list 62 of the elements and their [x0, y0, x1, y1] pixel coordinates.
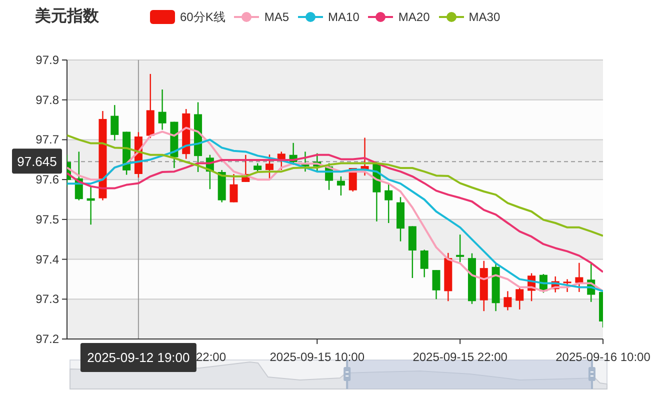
y-axis-label: 97.9: [36, 53, 59, 67]
legend-swatch-icon: [150, 10, 175, 24]
candlestick: [74, 152, 83, 200]
x-axis-label: 2025-09-16 10:00: [556, 350, 650, 364]
candlestick: [516, 287, 524, 310]
candlestick: [432, 270, 440, 300]
legend-item[interactable]: MA10: [298, 8, 360, 26]
candlestick: [408, 226, 416, 278]
candlestick: [146, 74, 154, 138]
candlestick: [170, 122, 178, 168]
candlestick: [444, 252, 452, 302]
candlestick: [67, 154, 71, 186]
candlestick: [456, 234, 464, 262]
x-axis-label: 2025-09-15 22:00: [412, 350, 508, 364]
legend-item[interactable]: 60分K线: [150, 8, 226, 26]
candlestick: [372, 163, 381, 222]
ref-line-label: 97.645: [17, 154, 57, 170]
candlestick: [277, 152, 286, 170]
candlestick: [325, 163, 334, 190]
candlestick: [242, 154, 250, 182]
candlestick: [230, 174, 238, 202]
y-axis-label: 97.8: [36, 92, 59, 107]
candlestick: [384, 183, 393, 224]
candlestick: [289, 142, 298, 165]
y-axis-label: 97.6: [36, 172, 59, 187]
candlestick: [396, 197, 404, 242]
legend-item[interactable]: MA5: [234, 8, 290, 26]
y-axis-label: 97.5: [36, 212, 59, 226]
y-axis-label: 97.3: [36, 292, 59, 306]
candlestick: [563, 279, 572, 292]
candlestick: [254, 163, 262, 172]
candlestick: [575, 262, 584, 292]
slider-handle[interactable]: [344, 360, 351, 389]
candlestick: [528, 273, 536, 302]
candlestick: [480, 260, 488, 312]
candlestick: [266, 154, 274, 178]
candlestick: [360, 138, 369, 176]
x-axis-label: 2025-09-15 10:00: [270, 350, 364, 364]
candlestick: [158, 90, 166, 130]
x-pointer-label: 2025-09-12 19:00: [80, 343, 196, 372]
slider-handle[interactable]: [588, 360, 596, 389]
candlestick: [420, 250, 428, 278]
legend-item[interactable]: MA30: [438, 8, 500, 26]
candlestick: [587, 262, 596, 302]
candlestick: [86, 186, 95, 225]
chart-title: 美元指数: [35, 6, 100, 27]
candlestick: [551, 276, 560, 292]
y-pointer-label: 97.645: [12, 148, 62, 174]
candlestick: [313, 153, 322, 172]
candlestick: [194, 102, 202, 172]
candlestick: [110, 105, 119, 140]
candlestick: [492, 264, 500, 312]
candlestick: [336, 176, 345, 196]
y-axis-label: 97.2: [36, 332, 59, 346]
x-axis-label: 22:00: [196, 350, 226, 364]
legend-item[interactable]: MA20: [368, 8, 430, 26]
candlestick: [301, 152, 310, 172]
y-axis-label: 97.7: [36, 132, 59, 147]
candlestick: [206, 154, 214, 190]
candlestick: [504, 291, 512, 310]
y-axis-label: 97.4: [36, 252, 59, 266]
candlestick: [599, 292, 603, 328]
